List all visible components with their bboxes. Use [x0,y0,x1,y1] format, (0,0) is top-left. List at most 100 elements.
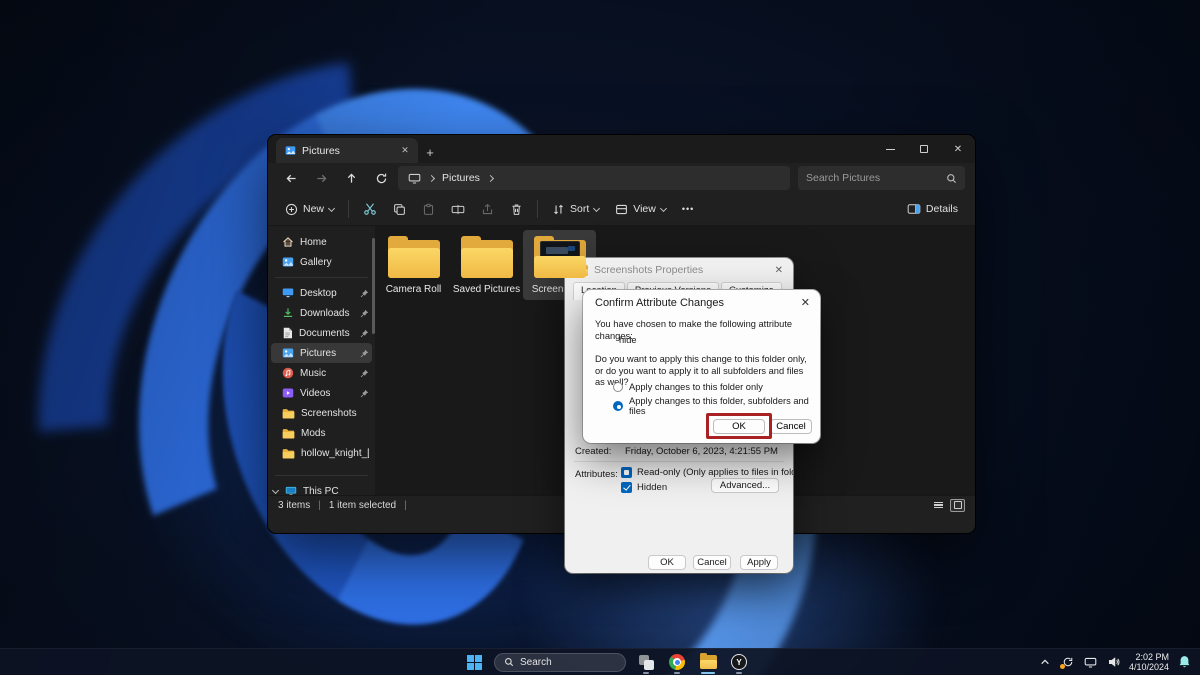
new-tab-button[interactable]: + [418,141,442,163]
file-name: Saved Pictures [453,284,520,295]
music-icon [282,367,294,379]
sidebar-item-gallery[interactable]: Gallery [271,252,372,272]
attribute-change-value: hide [619,335,637,347]
network-icon[interactable] [1083,654,1099,670]
properties-title: Screenshots Properties [594,264,703,276]
address-bar: Pictures [268,163,975,193]
up-button[interactable] [338,166,364,190]
search-box[interactable] [798,166,965,190]
sidebar-item-mods[interactable]: Mods [271,423,372,443]
sidebar-item-downloads[interactable]: Downloads [271,303,372,323]
chevron-down-icon [272,486,279,493]
navigation-pane: Home Gallery Desktop Downloads [268,226,375,514]
rename-button[interactable] [444,196,472,222]
radio-recursive[interactable]: Apply changes to this folder, subfolders… [613,396,820,416]
forward-button[interactable] [308,166,334,190]
readonly-row: Read-only (Only applies to files in fold… [621,467,793,478]
sidebar-item-label: Videos [300,388,354,399]
file-tile-camera-roll[interactable]: Camera Roll [377,230,450,300]
selection-count: 1 item selected [329,500,396,511]
update-status-icon[interactable] [1060,654,1076,670]
windows-logo-icon [467,655,482,670]
details-pane-button[interactable]: Details [900,196,965,222]
volume-icon[interactable] [1106,654,1122,670]
system-tray: 2:02 PM 4/10/2024 [1037,649,1192,675]
properties-cancel-button[interactable]: Cancel [693,555,731,570]
folder-icon [459,235,515,281]
copy-button[interactable] [386,196,413,222]
desktop-icon [282,287,294,299]
back-button[interactable] [278,166,304,190]
refresh-button[interactable] [368,166,394,190]
command-bar: New Sort V [268,193,975,226]
share-button[interactable] [474,196,501,222]
large-icons-view-toggle[interactable] [950,499,965,512]
update-alert-dot [1060,664,1065,669]
sort-icon [552,203,565,216]
tab-close-button[interactable]: ✕ [398,144,412,158]
folder-icon [282,408,295,419]
sort-button[interactable]: Sort [545,196,606,222]
taskbar-search[interactable]: Search [494,653,626,672]
details-view-toggle[interactable] [931,499,946,512]
details-pane-icon [907,203,921,215]
advanced-button[interactable]: Advanced... [711,478,779,493]
sidebar-item-music[interactable]: Music [271,363,372,383]
pin-icon [360,389,369,398]
notification-bell-icon[interactable] [1176,654,1192,670]
minimize-button[interactable] [873,135,907,163]
taskbar-chrome[interactable] [666,650,688,675]
sidebar-item-documents[interactable]: Documents [271,323,372,343]
sidebar-item-desktop[interactable]: Desktop [271,283,372,303]
maximize-button[interactable] [907,135,941,163]
sidebar-item-videos[interactable]: Videos [271,383,372,403]
gallery-icon [282,256,294,268]
more-options-button[interactable]: ••• [675,196,701,222]
sidebar-item-home[interactable]: Home [271,232,372,252]
breadcrumb-location[interactable]: Pictures [442,172,480,184]
pin-icon [360,309,369,318]
new-label: New [303,203,324,215]
tab-pictures[interactable]: Pictures ✕ [276,138,418,163]
confirm-dialog-title: Confirm Attribute Changes [595,297,724,309]
file-tile-saved-pictures[interactable]: Saved Pictures [450,230,523,300]
hidden-checkbox[interactable] [621,482,632,493]
sidebar-item-label: Documents [299,328,354,339]
radio-recursive-label: Apply changes to this folder, subfolders… [629,396,820,416]
sidebar-item-label: Gallery [300,257,369,268]
radio-unselected-icon [613,382,623,392]
close-button[interactable]: ✕ [941,135,975,163]
pin-icon [360,289,369,298]
sidebar-scrollbar[interactable] [372,238,375,334]
sidebar-item-label: Downloads [300,308,354,319]
this-pc-icon [408,173,421,184]
status-divider: | [318,500,321,511]
delete-button[interactable] [503,196,530,222]
readonly-checkbox[interactable] [621,467,632,478]
sidebar-item-screenshots[interactable]: Screenshots [271,403,372,423]
start-button[interactable] [463,650,485,675]
sidebar-divider [275,277,368,278]
breadcrumb[interactable]: Pictures [398,166,790,190]
cut-button[interactable] [356,196,384,222]
confirm-cancel-button[interactable]: Cancel [770,419,812,434]
confirm-ok-button[interactable]: OK [713,419,765,434]
taskbar-clock[interactable]: 2:02 PM 4/10/2024 [1129,652,1169,673]
taskbar-app-window[interactable] [635,650,657,675]
search-input[interactable] [806,172,946,184]
sidebar-item-pictures[interactable]: Pictures [271,343,372,363]
radio-folder-only[interactable]: Apply changes to this folder only [613,382,763,392]
taskbar-file-explorer[interactable] [697,650,719,675]
tray-chevron-up-icon[interactable] [1037,654,1053,670]
sidebar-item-hollow-knight[interactable]: hollow_knight_[ [271,443,372,463]
up-icon [345,172,358,185]
properties-apply-button[interactable]: Apply [740,555,778,570]
taskbar-game-app[interactable]: Y [728,650,750,675]
chrome-icon [669,654,685,670]
properties-close-button[interactable]: ✕ [775,265,783,276]
view-button[interactable]: View [608,196,673,222]
confirm-close-button[interactable]: ✕ [801,296,810,309]
properties-ok-button[interactable]: OK [648,555,686,570]
new-button[interactable]: New [278,196,341,222]
paste-button[interactable] [415,196,442,222]
